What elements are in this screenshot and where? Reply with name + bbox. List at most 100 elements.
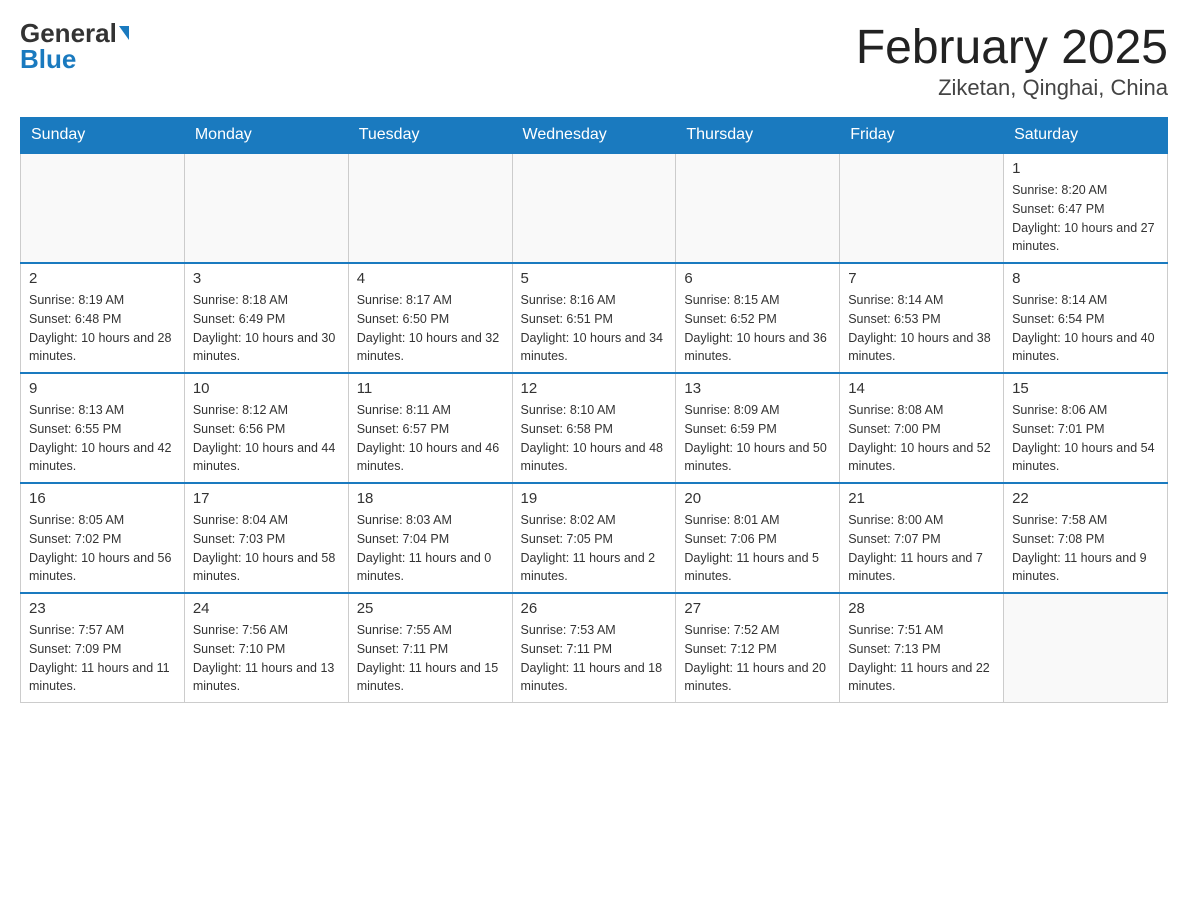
calendar-cell: 15 Sunrise: 8:06 AM Sunset: 7:01 PM Dayli… [1004,373,1168,483]
calendar-cell: 16 Sunrise: 8:05 AM Sunset: 7:02 PM Dayli… [21,483,185,593]
day-number: 11 [357,380,504,397]
calendar-cell [676,153,840,263]
day-number: 1 [1012,160,1159,177]
calendar-week-row: 2Sunrise: 8:19 AM Sunset: 6:48 PM Daylig… [21,263,1168,373]
day-info: Sunrise: 8:19 AM Sunset: 6:48 PM Dayligh… [29,291,176,366]
day-info: Sunrise: 7:53 AM Sunset: 7:11 PM Dayligh… [521,621,668,696]
day-number: 18 [357,490,504,507]
day-info: Sunrise: 8:12 AM Sunset: 6:56 PM Dayligh… [193,401,340,476]
calendar-cell: 1 Sunrise: 8:20 AM Sunset: 6:47 PM Daylig… [1004,153,1168,263]
day-number: 13 [684,380,831,397]
day-info: Sunrise: 8:17 AM Sunset: 6:50 PM Dayligh… [357,291,504,366]
day-number: 27 [684,600,831,617]
day-info: Sunrise: 8:03 AM Sunset: 7:04 PM Dayligh… [357,511,504,586]
calendar-cell: 8 Sunrise: 8:14 AM Sunset: 6:54 PM Daylig… [1004,263,1168,373]
calendar-cell: 12Sunrise: 8:10 AM Sunset: 6:58 PM Dayli… [512,373,676,483]
day-info: Sunrise: 7:52 AM Sunset: 7:12 PM Dayligh… [684,621,831,696]
calendar-cell [21,153,185,263]
title-block: February 2025 Ziketan, Qinghai, China [856,20,1168,101]
calendar-week-row: 16 Sunrise: 8:05 AM Sunset: 7:02 PM Dayli… [21,483,1168,593]
calendar-day-header: Saturday [1004,118,1168,154]
day-info: Sunrise: 8:15 AM Sunset: 6:52 PM Dayligh… [684,291,831,366]
calendar-cell: 2Sunrise: 8:19 AM Sunset: 6:48 PM Daylig… [21,263,185,373]
day-number: 15 [1012,380,1159,397]
day-info: Sunrise: 7:55 AM Sunset: 7:11 PM Dayligh… [357,621,504,696]
day-info: Sunrise: 8:09 AM Sunset: 6:59 PM Dayligh… [684,401,831,476]
day-number: 3 [193,270,340,287]
calendar-cell [840,153,1004,263]
calendar-cell: 25 Sunrise: 7:55 AM Sunset: 7:11 PM Dayli… [348,593,512,703]
calendar-cell: 27 Sunrise: 7:52 AM Sunset: 7:12 PM Dayli… [676,593,840,703]
calendar-cell: 24Sunrise: 7:56 AM Sunset: 7:10 PM Dayli… [184,593,348,703]
calendar-cell: 28 Sunrise: 7:51 AM Sunset: 7:13 PM Dayli… [840,593,1004,703]
day-info: Sunrise: 8:06 AM Sunset: 7:01 PM Dayligh… [1012,401,1159,476]
day-number: 17 [193,490,340,507]
calendar-cell: 9Sunrise: 8:13 AM Sunset: 6:55 PM Daylig… [21,373,185,483]
logo: General Blue [20,20,129,72]
calendar-week-row: 1 Sunrise: 8:20 AM Sunset: 6:47 PM Daylig… [21,153,1168,263]
calendar-cell [512,153,676,263]
day-number: 19 [521,490,668,507]
calendar-cell: 7 Sunrise: 8:14 AM Sunset: 6:53 PM Daylig… [840,263,1004,373]
page-header: General Blue February 2025 Ziketan, Qing… [20,20,1168,101]
calendar-day-header: Tuesday [348,118,512,154]
day-info: Sunrise: 8:00 AM Sunset: 7:07 PM Dayligh… [848,511,995,586]
logo-general-text: General [20,20,117,46]
calendar-cell: 17 Sunrise: 8:04 AM Sunset: 7:03 PM Dayli… [184,483,348,593]
calendar-cell: 14 Sunrise: 8:08 AM Sunset: 7:00 PM Dayli… [840,373,1004,483]
calendar-week-row: 23 Sunrise: 7:57 AM Sunset: 7:09 PM Dayli… [21,593,1168,703]
calendar-day-header: Sunday [21,118,185,154]
calendar-cell: 23 Sunrise: 7:57 AM Sunset: 7:09 PM Dayli… [21,593,185,703]
day-number: 9 [29,380,176,397]
calendar-cell: 6 Sunrise: 8:15 AM Sunset: 6:52 PM Daylig… [676,263,840,373]
calendar-cell: 11 Sunrise: 8:11 AM Sunset: 6:57 PM Dayli… [348,373,512,483]
day-number: 12 [521,380,668,397]
day-info: Sunrise: 8:20 AM Sunset: 6:47 PM Dayligh… [1012,181,1159,256]
day-info: Sunrise: 8:14 AM Sunset: 6:54 PM Dayligh… [1012,291,1159,366]
day-number: 24 [193,600,340,617]
day-number: 25 [357,600,504,617]
calendar-cell: 20 Sunrise: 8:01 AM Sunset: 7:06 PM Dayli… [676,483,840,593]
day-number: 4 [357,270,504,287]
day-info: Sunrise: 8:14 AM Sunset: 6:53 PM Dayligh… [848,291,995,366]
calendar-subtitle: Ziketan, Qinghai, China [856,75,1168,101]
day-info: Sunrise: 8:05 AM Sunset: 7:02 PM Dayligh… [29,511,176,586]
calendar-cell: 18 Sunrise: 8:03 AM Sunset: 7:04 PM Dayli… [348,483,512,593]
day-info: Sunrise: 8:18 AM Sunset: 6:49 PM Dayligh… [193,291,340,366]
day-info: Sunrise: 7:57 AM Sunset: 7:09 PM Dayligh… [29,621,176,696]
day-number: 23 [29,600,176,617]
calendar-cell: 13 Sunrise: 8:09 AM Sunset: 6:59 PM Dayli… [676,373,840,483]
day-number: 14 [848,380,995,397]
calendar-cell [348,153,512,263]
day-number: 16 [29,490,176,507]
calendar-cell: 21 Sunrise: 8:00 AM Sunset: 7:07 PM Dayli… [840,483,1004,593]
day-info: Sunrise: 8:04 AM Sunset: 7:03 PM Dayligh… [193,511,340,586]
day-info: Sunrise: 8:01 AM Sunset: 7:06 PM Dayligh… [684,511,831,586]
day-number: 20 [684,490,831,507]
calendar-day-header: Friday [840,118,1004,154]
day-info: Sunrise: 8:08 AM Sunset: 7:00 PM Dayligh… [848,401,995,476]
day-info: Sunrise: 7:58 AM Sunset: 7:08 PM Dayligh… [1012,511,1159,586]
day-info: Sunrise: 8:11 AM Sunset: 6:57 PM Dayligh… [357,401,504,476]
day-number: 22 [1012,490,1159,507]
day-info: Sunrise: 7:51 AM Sunset: 7:13 PM Dayligh… [848,621,995,696]
calendar-cell: 10 Sunrise: 8:12 AM Sunset: 6:56 PM Dayli… [184,373,348,483]
calendar-day-header: Wednesday [512,118,676,154]
calendar-title: February 2025 [856,20,1168,75]
calendar-day-header: Thursday [676,118,840,154]
calendar-cell: 26Sunrise: 7:53 AM Sunset: 7:11 PM Dayli… [512,593,676,703]
day-info: Sunrise: 8:02 AM Sunset: 7:05 PM Dayligh… [521,511,668,586]
day-number: 21 [848,490,995,507]
day-number: 7 [848,270,995,287]
calendar-week-row: 9Sunrise: 8:13 AM Sunset: 6:55 PM Daylig… [21,373,1168,483]
day-number: 10 [193,380,340,397]
calendar-cell: 4 Sunrise: 8:17 AM Sunset: 6:50 PM Daylig… [348,263,512,373]
day-number: 28 [848,600,995,617]
day-number: 5 [521,270,668,287]
day-number: 8 [1012,270,1159,287]
day-number: 6 [684,270,831,287]
calendar-cell: 3 Sunrise: 8:18 AM Sunset: 6:49 PM Daylig… [184,263,348,373]
day-info: Sunrise: 8:16 AM Sunset: 6:51 PM Dayligh… [521,291,668,366]
calendar-cell [184,153,348,263]
calendar-cell: 5 Sunrise: 8:16 AM Sunset: 6:51 PM Daylig… [512,263,676,373]
